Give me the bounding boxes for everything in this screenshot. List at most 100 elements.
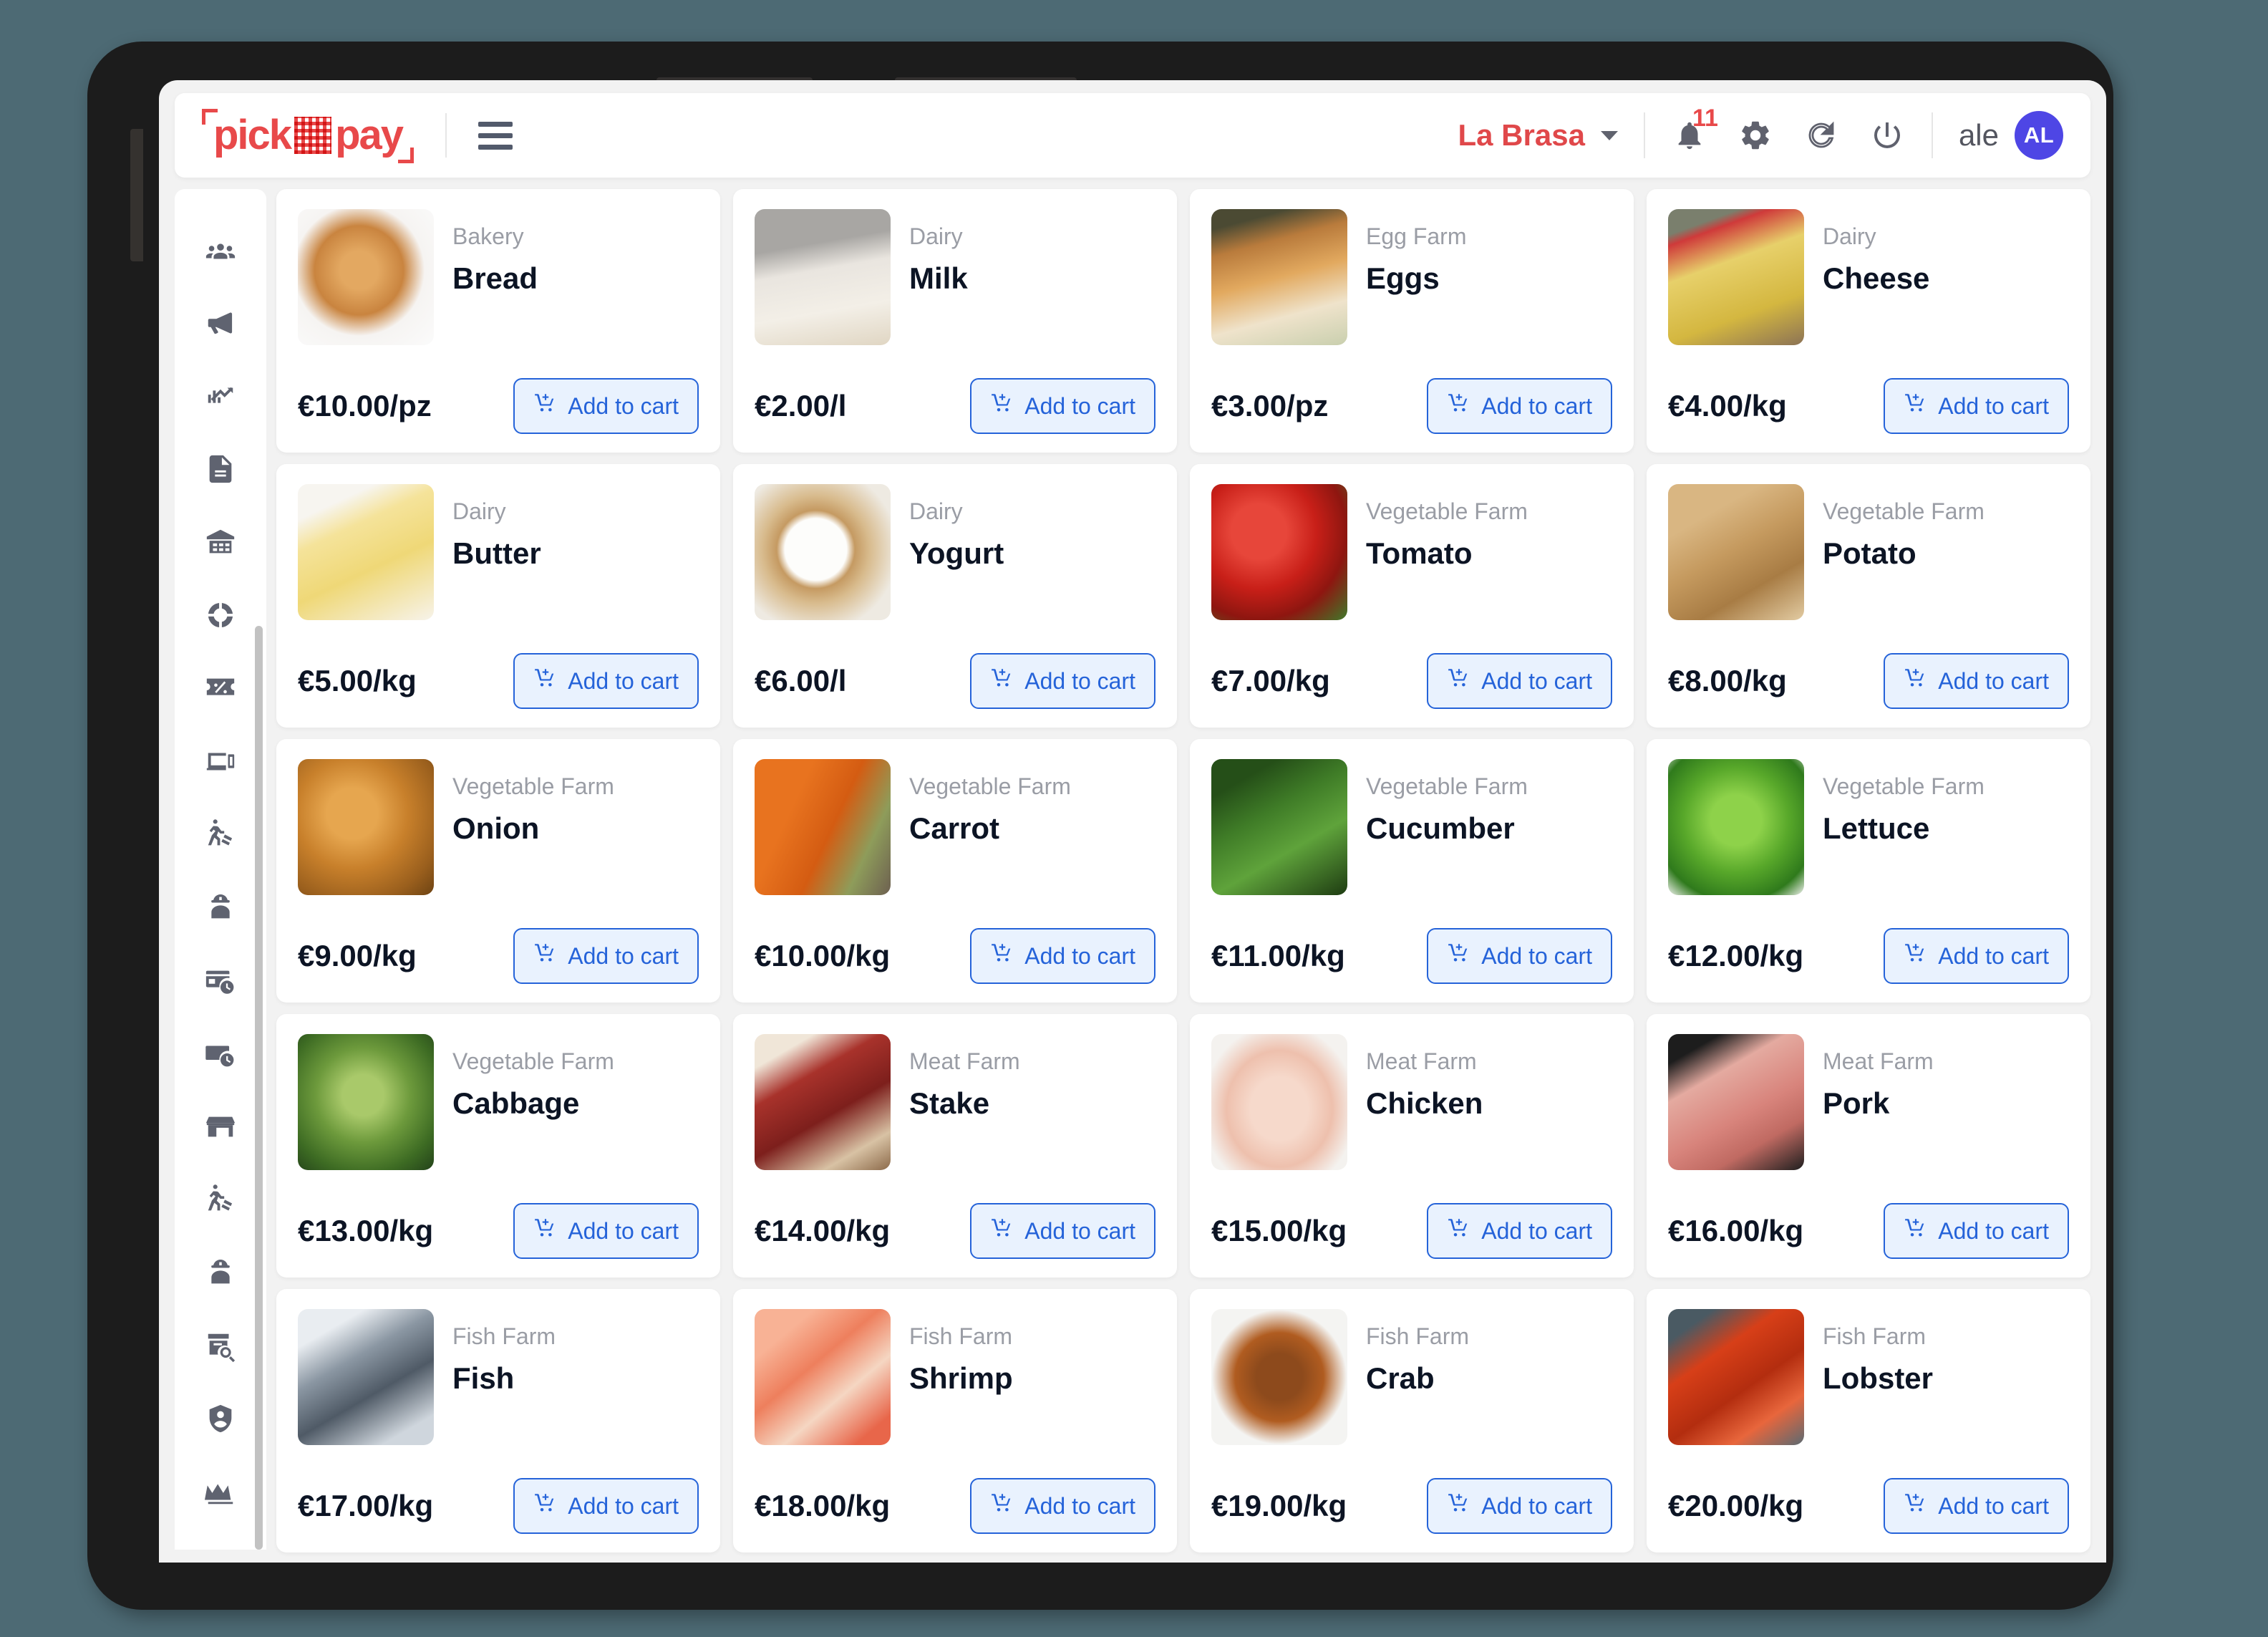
product-card[interactable]: Vegetable Farm Onion €9.00/kg Add to cart (276, 739, 720, 1003)
product-name: Cucumber (1366, 811, 1515, 845)
power-logout-button[interactable] (1869, 116, 1906, 155)
sidebar-item-14[interactable] (175, 1237, 266, 1310)
product-card[interactable]: Fish Farm Shrimp €18.00/kg Add to cart (733, 1289, 1177, 1553)
product-price: €4.00/kg (1668, 389, 1787, 422)
product-meta: Vegetable Farm Cucumber (1366, 759, 1528, 928)
add-to-cart-label: Add to cart (1024, 667, 1135, 694)
sidebar-item-8[interactable] (175, 799, 266, 872)
add-to-cart-button[interactable]: Add to cart (513, 1478, 699, 1534)
settings-button[interactable] (1737, 116, 1774, 155)
avatar[interactable]: AL (2015, 111, 2063, 160)
product-image (755, 1309, 891, 1445)
product-card[interactable]: Vegetable Farm Carrot €10.00/kg Add to cart (733, 739, 1177, 1003)
add-to-cart-button[interactable]: Add to cart (513, 1203, 699, 1259)
product-card[interactable]: Fish Farm Lobster €20.00/kg Add to cart (1647, 1289, 2090, 1553)
product-name: Pork (1823, 1086, 1890, 1120)
product-image (755, 484, 891, 620)
add-to-cart-button[interactable]: Add to cart (970, 378, 1155, 434)
add-to-cart-label: Add to cart (1024, 942, 1135, 969)
add-to-cart-button[interactable]: Add to cart (1884, 653, 2069, 709)
delivery-worker-icon (204, 818, 237, 854)
product-card[interactable]: Vegetable Farm Cucumber €11.00/kg Add to ca… (1190, 739, 1634, 1003)
product-card[interactable]: Meat Farm Chicken €15.00/kg Add to cart (1190, 1014, 1634, 1278)
notifications-button[interactable]: 11 (1671, 106, 1718, 155)
add-to-cart-button[interactable]: Add to cart (1884, 1478, 2069, 1534)
product-card[interactable]: Fish Farm Crab €19.00/kg Add to cart (1190, 1289, 1634, 1553)
add-to-cart-icon (990, 391, 1014, 421)
logo-bracket-bottom-right-icon (398, 148, 415, 163)
add-to-cart-button[interactable]: Add to cart (970, 1478, 1155, 1534)
add-to-cart-label: Add to cart (1938, 667, 2049, 694)
add-to-cart-button[interactable]: Add to cart (970, 1203, 1155, 1259)
power-button[interactable] (130, 129, 143, 261)
add-to-cart-button[interactable]: Add to cart (1427, 1478, 1612, 1534)
sidebar-item-5[interactable] (175, 580, 266, 653)
sidebar-item-6[interactable] (175, 653, 266, 726)
sidebar-item-7[interactable] (175, 726, 266, 799)
app-logo[interactable]: pick pay (175, 109, 415, 163)
sidebar-item-10[interactable] (175, 945, 266, 1018)
add-to-cart-button[interactable]: Add to cart (1884, 378, 2069, 434)
product-card[interactable]: Vegetable Farm Tomato €7.00/kg Add to cart (1190, 464, 1634, 728)
product-card[interactable]: Meat Farm Pork €16.00/kg Add to cart (1647, 1014, 2090, 1278)
product-supplier: Bakery (452, 223, 524, 249)
product-meta: Egg Farm Eggs (1366, 209, 1466, 378)
product-name: Eggs (1366, 261, 1440, 295)
sidebar-nav (175, 189, 266, 1550)
sidebar-item-13[interactable] (175, 1164, 266, 1237)
add-to-cart-button[interactable]: Add to cart (513, 653, 699, 709)
organization-switcher[interactable]: La Brasa (1458, 118, 1618, 153)
add-to-cart-button[interactable]: Add to cart (1884, 928, 2069, 984)
add-to-cart-icon (1447, 941, 1471, 971)
product-image (298, 484, 434, 620)
sidebar-item-9[interactable] (175, 872, 266, 945)
product-card[interactable]: Dairy Butter €5.00/kg Add to cart (276, 464, 720, 728)
add-to-cart-button[interactable]: Add to cart (1884, 1203, 2069, 1259)
product-card-top: Dairy Milk (755, 209, 1155, 378)
product-card[interactable]: Dairy Cheese €4.00/kg Add to cart (1647, 189, 2090, 453)
sidebar-item-16[interactable] (175, 1384, 266, 1457)
add-to-cart-button[interactable]: Add to cart (1427, 378, 1612, 434)
product-card[interactable]: Vegetable Farm Cabbage €13.00/kg Add to car… (276, 1014, 720, 1278)
product-card[interactable]: Vegetable Farm Potato €8.00/kg Add to cart (1647, 464, 2090, 728)
sidebar-item-15[interactable] (175, 1310, 266, 1384)
add-to-cart-icon (533, 666, 558, 696)
add-to-cart-button[interactable]: Add to cart (513, 928, 699, 984)
sidebar-item-0[interactable] (175, 215, 266, 288)
product-card[interactable]: Dairy Yogurt €6.00/l Add to cart (733, 464, 1177, 728)
product-card[interactable]: Fish Farm Fish €17.00/kg Add to cart (276, 1289, 720, 1553)
product-supplier: Meat Farm (909, 1048, 1020, 1074)
discount-ticket-icon (204, 672, 237, 708)
add-to-cart-button[interactable]: Add to cart (1427, 928, 1612, 984)
product-price: €5.00/kg (298, 664, 417, 697)
product-card-top: Meat Farm Chicken (1211, 1034, 1612, 1203)
sidebar-scrollbar[interactable] (255, 626, 263, 1550)
product-image (755, 759, 891, 895)
sidebar-item-17[interactable] (175, 1457, 266, 1530)
product-card[interactable]: Bakery Bread €10.00/pz Add to cart (276, 189, 720, 453)
hamburger-icon[interactable] (478, 121, 513, 150)
add-to-cart-button[interactable]: Add to cart (1427, 653, 1612, 709)
product-card-bottom: €13.00/kg Add to cart (298, 1203, 699, 1259)
product-card[interactable]: Egg Farm Eggs €3.00/pz Add to cart (1190, 189, 1634, 453)
product-supplier: Fish Farm (1366, 1323, 1469, 1349)
refresh-button[interactable] (1803, 116, 1840, 155)
worker-helmet-icon (204, 1256, 237, 1293)
warehouse-icon (204, 526, 237, 562)
add-to-cart-button[interactable]: Add to cart (970, 928, 1155, 984)
user-name-label: ale (1958, 118, 1999, 152)
sidebar-item-12[interactable] (175, 1091, 266, 1164)
product-card[interactable]: Meat Farm Stake €14.00/kg Add to cart (733, 1014, 1177, 1278)
product-card[interactable]: Vegetable Farm Lettuce €12.00/kg Add to car… (1647, 739, 2090, 1003)
product-card-bottom: €10.00/pz Add to cart (298, 378, 699, 434)
sidebar-item-4[interactable] (175, 507, 266, 580)
sidebar-item-1[interactable] (175, 288, 266, 361)
sidebar-item-11[interactable] (175, 1018, 266, 1091)
add-to-cart-label: Add to cart (1938, 1217, 2049, 1244)
product-card[interactable]: Dairy Milk €2.00/l Add to cart (733, 189, 1177, 453)
add-to-cart-button[interactable]: Add to cart (1427, 1203, 1612, 1259)
add-to-cart-button[interactable]: Add to cart (970, 653, 1155, 709)
add-to-cart-button[interactable]: Add to cart (513, 378, 699, 434)
sidebar-item-3[interactable] (175, 434, 266, 507)
sidebar-item-2[interactable] (175, 361, 266, 434)
